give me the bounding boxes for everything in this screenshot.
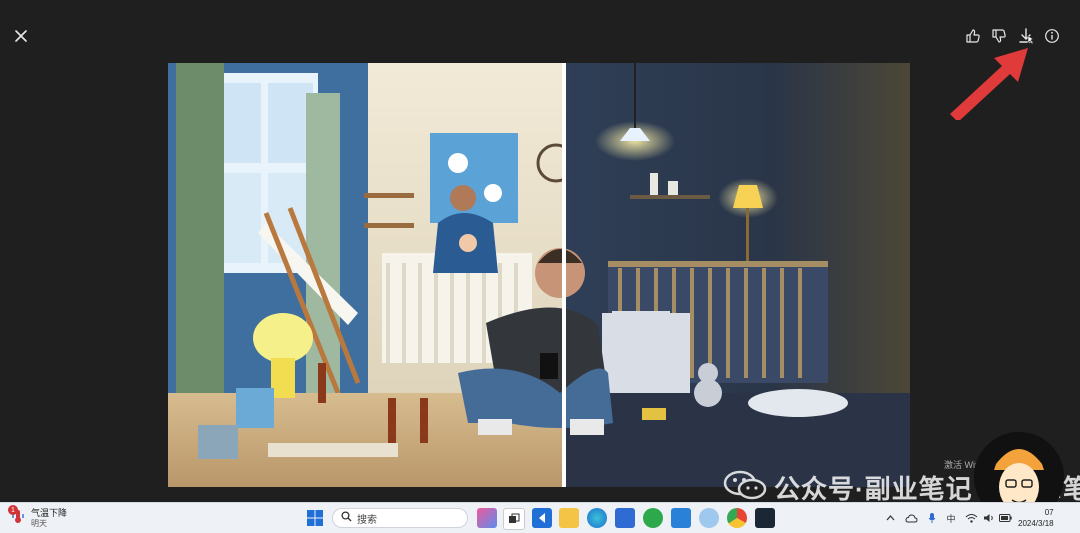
ime-indicator[interactable]: 中: [944, 509, 958, 527]
search-placeholder: 搜索: [357, 514, 377, 526]
clock-time: 07: [1044, 508, 1054, 517]
search-icon: [341, 509, 352, 527]
wifi-icon[interactable]: [964, 509, 978, 527]
store-icon[interactable]: [615, 508, 635, 528]
file-explorer-icon[interactable]: [559, 508, 579, 528]
chrome-icon[interactable]: [727, 508, 747, 528]
microphone-icon[interactable]: [926, 509, 938, 527]
edge-icon[interactable]: [587, 508, 607, 528]
terminal-icon[interactable]: [755, 508, 775, 528]
show-hidden-icons-chevron-icon[interactable]: [884, 509, 896, 527]
close-button[interactable]: [10, 25, 32, 47]
taskbar: 气温下降 明天 1 搜索 中 07 2024/3/18: [0, 502, 1080, 533]
close-icon: [14, 29, 28, 43]
volume-icon[interactable]: [982, 509, 996, 527]
wechat-icon[interactable]: [643, 508, 663, 528]
onedrive-icon[interactable]: [699, 508, 719, 528]
wechat-logo-icon: [722, 470, 768, 505]
mail-icon[interactable]: [671, 508, 691, 528]
info-button[interactable]: [1041, 25, 1063, 47]
image-viewer: 激活 Windows 公众号·副业笔记 林杰AI笔记: [0, 0, 1080, 522]
battery-icon[interactable]: [998, 509, 1012, 527]
annotation-arrow: [942, 40, 1032, 125]
system-clock[interactable]: 07 2024/3/18: [1018, 507, 1054, 529]
cloud-status-icon[interactable]: [904, 509, 918, 527]
displayed-image: [168, 63, 910, 487]
task-view-icon[interactable]: [503, 508, 525, 530]
start-button[interactable]: [306, 509, 324, 527]
vscode-icon[interactable]: [532, 508, 552, 528]
weather-title: 气温下降: [31, 507, 68, 518]
weather-subtitle: 明天: [31, 518, 47, 528]
notification-badge: 1: [8, 505, 18, 515]
windows-logo-icon: [306, 510, 324, 531]
taskbar-search[interactable]: 搜索: [332, 508, 468, 528]
copilot-icon[interactable]: [477, 508, 497, 528]
weather-widget[interactable]: 气温下降 明天: [10, 506, 67, 530]
clock-date: 2024/3/18: [1018, 519, 1054, 528]
info-icon: [1044, 28, 1060, 44]
